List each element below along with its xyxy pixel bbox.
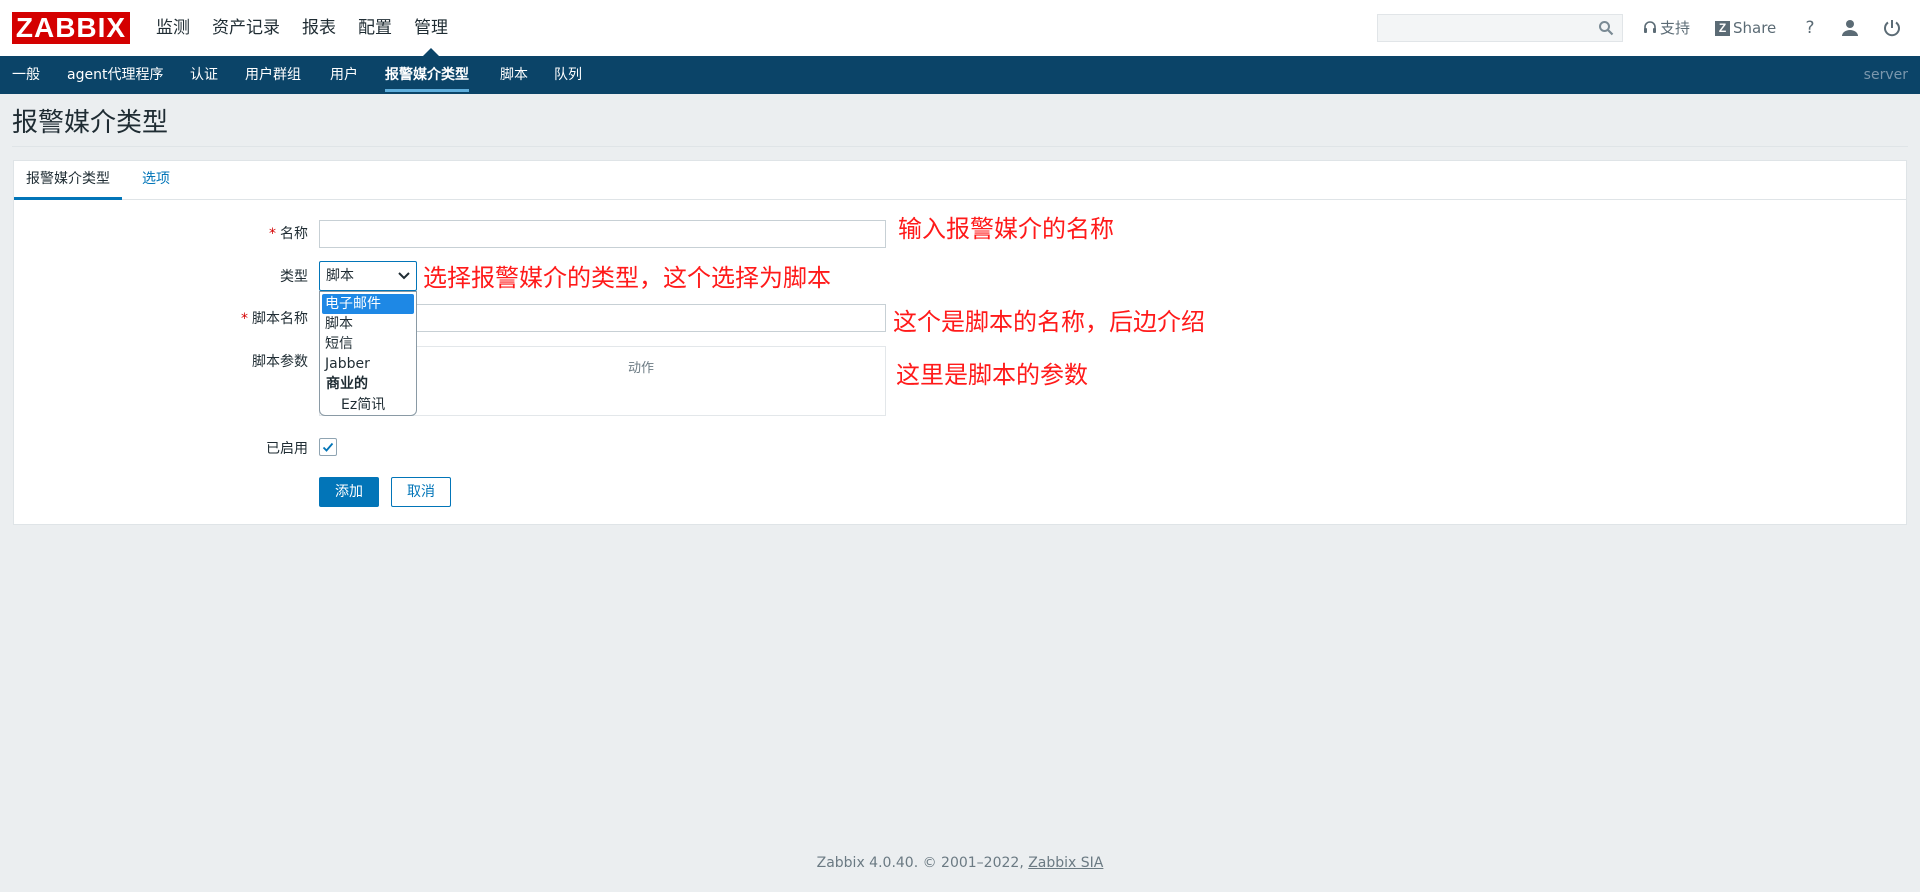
nav-inventory[interactable]: 资产记录 (212, 0, 280, 56)
main-nav: 监测 资产记录 报表 配置 管理 (156, 0, 470, 56)
name-label: * 名称 (269, 226, 308, 242)
sign-out-icon[interactable] (1882, 18, 1902, 38)
enabled-checkbox[interactable] (319, 438, 337, 456)
footer: Zabbix 4.0.40. © 2001–2022, Zabbix SIA (0, 855, 1920, 871)
title-divider (12, 146, 1908, 147)
required-marker: * (269, 226, 276, 242)
type-select-value: 脚本 (326, 268, 354, 284)
zabbix-logo[interactable]: ZABBIX (12, 12, 130, 44)
add-button[interactable]: 添加 (319, 477, 379, 507)
name-input[interactable] (319, 220, 886, 248)
page-title: 报警媒介类型 (12, 108, 169, 138)
params-action-header: 动作 (628, 361, 655, 376)
subnav-media-types[interactable]: 报警媒介类型 (385, 56, 469, 94)
type-option-jabber[interactable]: Jabber (320, 354, 416, 374)
type-option-ez-texting[interactable]: Ez简讯 (320, 395, 416, 415)
type-dropdown: 电子邮件 脚本 短信 Jabber 商业的 Ez简讯 (319, 291, 417, 416)
subnav-scripts[interactable]: 脚本 (500, 56, 528, 94)
type-option-sms[interactable]: 短信 (320, 334, 416, 354)
subnav-general[interactable]: 一般 (12, 56, 40, 94)
cancel-button[interactable]: 取消 (391, 477, 451, 507)
annotation-params: 这里是脚本的参数 (896, 361, 1088, 389)
support-link[interactable]: 支持 (1643, 18, 1690, 38)
footer-company-link[interactable]: Zabbix SIA (1028, 855, 1103, 871)
global-search (1377, 14, 1623, 43)
checkmark-icon (322, 442, 334, 452)
annotation-name: 输入报警媒介的名称 (898, 215, 1114, 243)
script-name-label: * 脚本名称 (241, 311, 308, 327)
enabled-label: 已启用 (266, 441, 308, 457)
share-label: Share (1733, 19, 1777, 37)
type-label: 类型 (280, 269, 308, 285)
share-z-icon: Z (1715, 20, 1730, 36)
annotation-script-name: 这个是脚本的名称，后边介绍 (893, 308, 1205, 336)
share-link[interactable]: Z Share (1715, 18, 1776, 38)
required-marker: * (241, 311, 248, 327)
headset-icon (1644, 21, 1656, 33)
help-icon[interactable]: ? (1800, 18, 1820, 38)
type-select[interactable]: 脚本 (319, 261, 417, 291)
subnav-user-groups[interactable]: 用户群组 (245, 56, 301, 94)
script-params-label: 脚本参数 (252, 354, 308, 370)
subnav-authentication[interactable]: 认证 (190, 56, 218, 94)
type-group-commercial: 商业的 (326, 376, 368, 392)
chevron-down-icon (398, 272, 410, 280)
annotation-type: 选择报警媒介的类型，这个选择为脚本 (423, 264, 831, 292)
footer-copyright: Zabbix 4.0.40. © 2001–2022, (816, 855, 1029, 871)
support-label: 支持 (1660, 19, 1691, 37)
nav-monitoring[interactable]: 监测 (156, 0, 190, 56)
subnav-proxies[interactable]: agent代理程序 (67, 56, 163, 94)
search-input[interactable] (1378, 15, 1598, 43)
type-option-script[interactable]: 脚本 (320, 314, 416, 334)
subnav-users[interactable]: 用户 (330, 56, 358, 94)
top-header: ZABBIX 监测 资产记录 报表 配置 管理 支持 Z Share ? (0, 0, 1920, 57)
nav-configuration[interactable]: 配置 (358, 0, 392, 56)
user-profile-icon[interactable] (1840, 18, 1860, 38)
type-option-email[interactable]: 电子邮件 (322, 294, 414, 314)
server-name: server (1863, 67, 1908, 83)
search-icon[interactable] (1598, 20, 1614, 36)
tab-media-type[interactable]: 报警媒介类型 (14, 161, 122, 200)
nav-administration[interactable]: 管理 (414, 0, 448, 56)
form-tabs: 报警媒介类型 选项 (14, 161, 1906, 200)
nav-reports[interactable]: 报表 (302, 0, 336, 56)
tab-options[interactable]: 选项 (142, 161, 170, 197)
subnav-queue[interactable]: 队列 (554, 56, 582, 94)
sub-nav: 一般 agent代理程序 认证 用户群组 用户 报警媒介类型 脚本 队列 ser… (0, 56, 1920, 94)
